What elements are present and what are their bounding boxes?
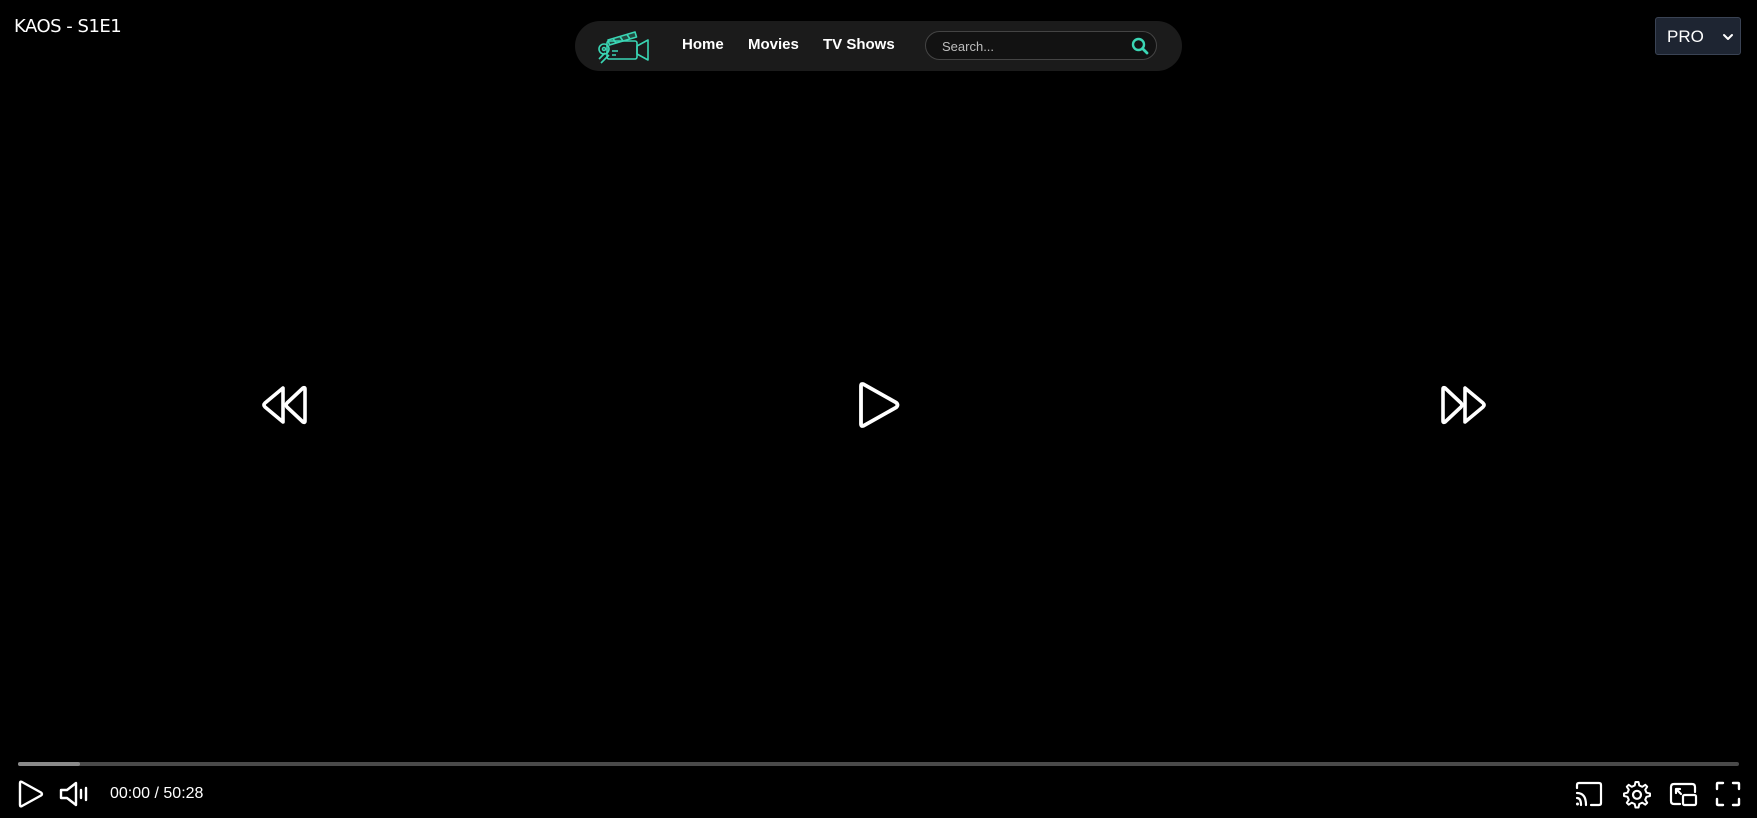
fullscreen-button[interactable]: [1713, 779, 1743, 809]
chevron-down-icon: [1721, 30, 1735, 44]
volume-button[interactable]: [58, 779, 88, 809]
cast-button[interactable]: [1574, 779, 1604, 809]
quality-selected-label: PRO: [1667, 27, 1704, 46]
play-button[interactable]: [15, 779, 45, 809]
fast-forward-icon: [1441, 385, 1486, 425]
nav-link-home[interactable]: Home: [682, 36, 724, 53]
duration: 50:28: [163, 785, 204, 802]
volume-icon: [59, 781, 88, 807]
search-input[interactable]: [940, 32, 1124, 61]
picture-in-picture-button[interactable]: [1668, 779, 1698, 809]
progress-bar[interactable]: [18, 762, 1739, 766]
film-camera-logo-icon[interactable]: [597, 27, 653, 65]
fast-forward-button[interactable]: [1437, 380, 1487, 430]
video-title: KAOS - S1E1: [14, 16, 122, 37]
picture-in-picture-icon: [1669, 782, 1698, 807]
quality-select[interactable]: PRO: [1655, 17, 1741, 55]
search-icon[interactable]: [1130, 36, 1150, 56]
video-player[interactable]: KAOS - S1E1 Home Movies TV Shows Search.…: [0, 0, 1757, 818]
fullscreen-icon: [1715, 781, 1741, 807]
play-icon: [859, 382, 900, 428]
play-icon: [18, 780, 44, 808]
settings-button[interactable]: [1621, 779, 1651, 809]
search-box: [925, 31, 1157, 61]
progress-buffered: [18, 762, 80, 766]
top-navbar: Home Movies TV Shows: [575, 21, 1182, 71]
gear-icon: [1623, 781, 1651, 809]
rewind-button[interactable]: [261, 380, 311, 430]
nav-link-tv-shows[interactable]: TV Shows: [823, 36, 895, 53]
center-play-button[interactable]: [853, 380, 903, 430]
nav-link-movies[interactable]: Movies: [748, 36, 799, 53]
rewind-icon: [262, 385, 307, 425]
cast-icon: [1575, 781, 1603, 807]
current-time: 00:00: [110, 785, 151, 802]
time-display: 00:00 / 50:28: [110, 785, 203, 803]
